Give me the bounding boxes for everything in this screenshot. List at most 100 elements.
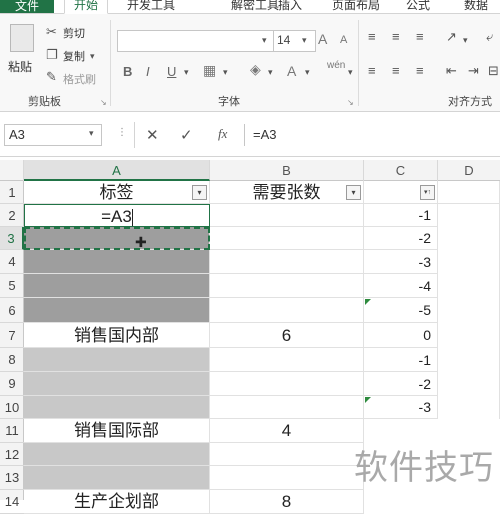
- decrease-indent-icon[interactable]: ⇤: [446, 64, 457, 78]
- font-name-dropdown-icon[interactable]: ▾: [262, 33, 267, 47]
- row-header[interactable]: 1: [0, 181, 24, 204]
- enter-formula-button[interactable]: ✓: [180, 126, 193, 144]
- increase-font-size-icon[interactable]: A: [318, 32, 327, 46]
- cell-c4[interactable]: -3: [364, 250, 438, 274]
- underline-dropdown-icon[interactable]: ▾: [184, 65, 189, 79]
- cell-a4[interactable]: [24, 250, 210, 274]
- copy-dropdown-icon[interactable]: ▾: [90, 49, 95, 63]
- row-header[interactable]: 2: [0, 204, 24, 227]
- orientation-dropdown-icon[interactable]: ▾: [463, 33, 468, 47]
- cell-b7[interactable]: 6: [210, 323, 364, 348]
- row-header[interactable]: 13: [0, 466, 24, 490]
- font-color-button[interactable]: A: [287, 63, 296, 79]
- tab-data[interactable]: 数据: [454, 0, 498, 13]
- cell-b8[interactable]: [210, 348, 364, 372]
- filter-dropdown-icon[interactable]: ▾: [192, 185, 207, 200]
- cell-b4[interactable]: [210, 250, 364, 274]
- cell-a13[interactable]: [24, 466, 210, 490]
- paste-button[interactable]: 粘贴: [8, 58, 32, 75]
- column-header-d[interactable]: D: [438, 160, 500, 181]
- cut-button[interactable]: 剪切: [63, 25, 85, 41]
- font-size-combobox[interactable]: 14: [273, 30, 316, 52]
- column-header-b[interactable]: B: [210, 160, 364, 181]
- insert-function-button[interactable]: fx: [218, 126, 227, 142]
- name-box-dropdown-icon[interactable]: ▾: [89, 128, 94, 139]
- wrap-text-icon[interactable]: ⤶: [486, 30, 493, 44]
- bottom-align-icon[interactable]: ≡: [416, 30, 424, 44]
- sort-filter-active-icon[interactable]: ▾↑: [420, 185, 435, 200]
- tab-file[interactable]: 文件: [0, 0, 54, 13]
- name-box[interactable]: A3: [4, 124, 102, 146]
- cell-a10[interactable]: [24, 396, 210, 419]
- decrease-font-size-icon[interactable]: A: [340, 33, 347, 47]
- cell-b2[interactable]: [210, 204, 364, 227]
- phonetic-dropdown-icon[interactable]: ▾: [348, 65, 353, 79]
- cell-a7[interactable]: 销售国内部: [24, 323, 210, 348]
- row-header-selected[interactable]: 3: [0, 227, 24, 250]
- column-header-a[interactable]: A: [24, 160, 210, 181]
- tab-page-layout[interactable]: 页面布局: [326, 0, 386, 13]
- select-all-corner[interactable]: [0, 160, 24, 181]
- copy-button[interactable]: 复制: [63, 48, 85, 64]
- tab-home[interactable]: 开始: [64, 0, 108, 14]
- cell-b5[interactable]: [210, 274, 364, 298]
- formula-input[interactable]: =A3: [244, 124, 500, 146]
- row-header[interactable]: 5: [0, 274, 24, 298]
- font-launcher-icon[interactable]: ↘: [347, 96, 354, 110]
- cell-a9[interactable]: [24, 372, 210, 396]
- row-header[interactable]: 7: [0, 323, 24, 348]
- row-header[interactable]: 9: [0, 372, 24, 396]
- row-header[interactable]: 12: [0, 443, 24, 466]
- font-color-dropdown-icon[interactable]: ▾: [305, 65, 310, 79]
- cell-a11[interactable]: 销售国际部: [24, 419, 210, 443]
- cell-b6[interactable]: [210, 298, 364, 323]
- align-center-icon[interactable]: ≡: [392, 64, 400, 78]
- row-header[interactable]: 8: [0, 348, 24, 372]
- cell-b13[interactable]: [210, 466, 364, 490]
- borders-dropdown-icon[interactable]: ▾: [223, 65, 228, 79]
- cell-b11[interactable]: 4: [210, 419, 364, 443]
- align-left-icon[interactable]: ≡: [368, 64, 376, 78]
- column-header-c[interactable]: C: [364, 160, 438, 181]
- row-header[interactable]: 11: [0, 419, 24, 443]
- cell-a8[interactable]: [24, 348, 210, 372]
- cell-c5[interactable]: -4: [364, 274, 438, 298]
- tab-formulas[interactable]: 公式: [398, 0, 438, 13]
- cell-b12[interactable]: [210, 443, 364, 466]
- cell-b10[interactable]: [210, 396, 364, 419]
- top-align-icon[interactable]: ≡: [368, 30, 376, 44]
- cell-a6[interactable]: [24, 298, 210, 323]
- filter-dropdown-icon[interactable]: ▾: [346, 185, 361, 200]
- middle-align-icon[interactable]: ≡: [392, 30, 400, 44]
- cell-a14[interactable]: 生产企划部: [24, 490, 210, 514]
- cell-c10[interactable]: -3: [364, 396, 438, 419]
- format-painter-icon[interactable]: ✎: [46, 70, 57, 84]
- bold-button[interactable]: B: [123, 64, 132, 79]
- cell-c9[interactable]: -2: [364, 372, 438, 396]
- cell-c8[interactable]: -1: [364, 348, 438, 372]
- column-d-cells[interactable]: [438, 204, 500, 419]
- row-header[interactable]: 6: [0, 298, 24, 323]
- cell-d1[interactable]: [438, 181, 500, 204]
- paste-icon[interactable]: [10, 24, 34, 52]
- cell-c3[interactable]: -2: [364, 227, 438, 250]
- cancel-formula-button[interactable]: ✕: [146, 126, 159, 144]
- cell-b1[interactable]: 需要张数: [210, 181, 364, 204]
- cell-b14[interactable]: 8: [210, 490, 364, 514]
- scissors-icon[interactable]: ✂: [46, 25, 57, 39]
- font-size-dropdown-icon[interactable]: ▾: [302, 33, 307, 47]
- fill-color-dropdown-icon[interactable]: ▾: [268, 65, 273, 79]
- cell-c7[interactable]: 0: [364, 323, 438, 348]
- borders-icon[interactable]: ▦: [203, 63, 216, 77]
- row-header[interactable]: 10: [0, 396, 24, 419]
- tab-insert[interactable]: 插入: [272, 0, 308, 13]
- cell-b9[interactable]: [210, 372, 364, 396]
- underline-button[interactable]: U: [167, 64, 176, 79]
- cell-c6[interactable]: -5: [364, 298, 438, 323]
- cell-a5[interactable]: [24, 274, 210, 298]
- cell-a1[interactable]: 标签: [24, 181, 210, 204]
- merge-center-icon[interactable]: ⊟: [488, 64, 499, 78]
- italic-button[interactable]: I: [146, 64, 150, 79]
- font-name-combobox[interactable]: [117, 30, 276, 52]
- format-painter-button[interactable]: 格式刷: [63, 71, 96, 87]
